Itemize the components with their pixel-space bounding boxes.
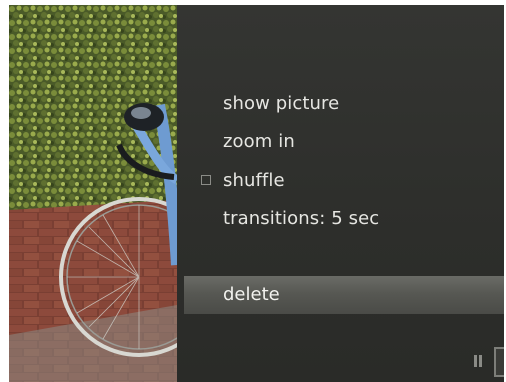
menu-item-show-picture[interactable]: show picture bbox=[223, 93, 339, 115]
menu-item-zoom-in[interactable]: zoom in bbox=[223, 131, 295, 153]
trash-icon[interactable] bbox=[494, 347, 504, 377]
menu-item-delete-label: delete bbox=[223, 284, 280, 305]
menu-item-delete-highlighted[interactable]: delete bbox=[184, 276, 504, 314]
photo-preview[interactable] bbox=[9, 5, 177, 382]
options-menu: show picture zoom in shuffle transitions… bbox=[177, 5, 504, 382]
shuffle-checkbox[interactable] bbox=[201, 175, 211, 185]
slideshow-screen: show picture zoom in shuffle transitions… bbox=[9, 5, 504, 382]
menu-item-shuffle[interactable]: shuffle bbox=[223, 170, 285, 192]
menu-item-transitions[interactable]: transitions: 5 sec bbox=[223, 208, 379, 230]
pause-icon[interactable] bbox=[473, 355, 483, 367]
